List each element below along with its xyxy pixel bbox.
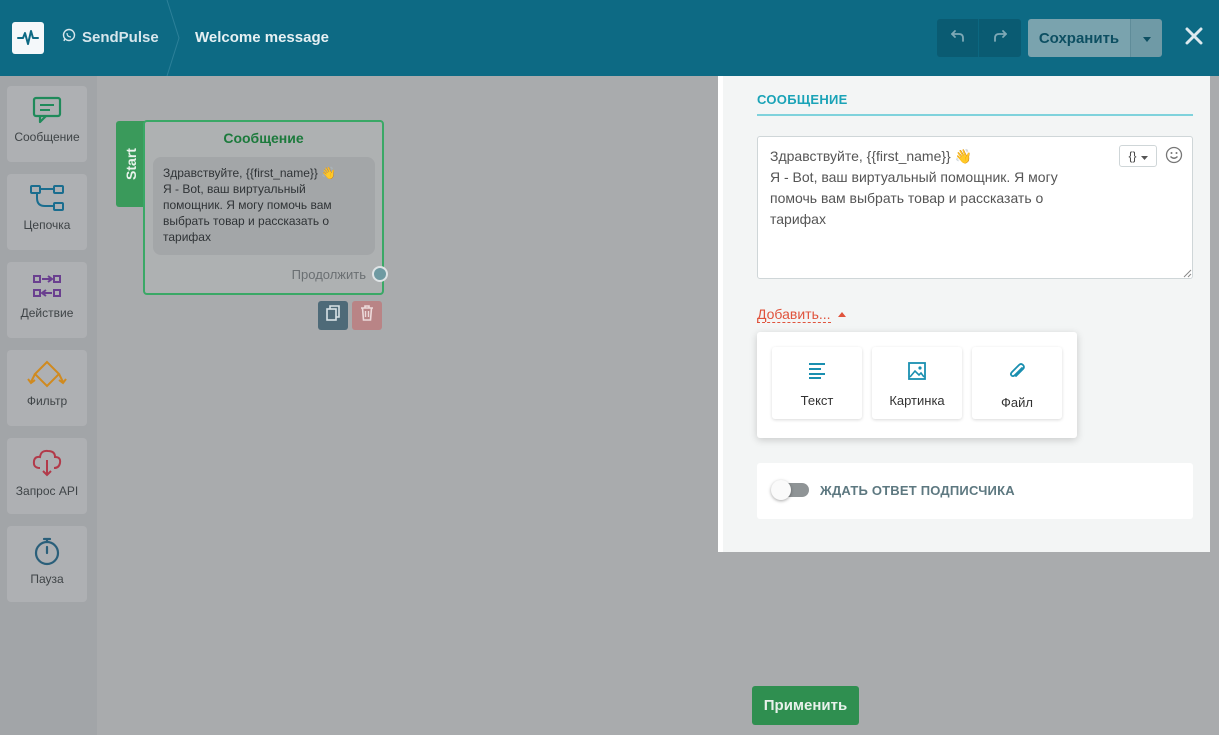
image-icon [907, 362, 927, 385]
whatsapp-icon [62, 28, 76, 46]
delete-node-button[interactable] [352, 301, 382, 330]
save-menu-button[interactable] [1130, 19, 1162, 57]
panel-title-divider [757, 114, 1193, 116]
undo-button[interactable] [937, 19, 979, 57]
save-button[interactable]: Сохранить [1028, 19, 1130, 57]
add-image-option[interactable]: Картинка [872, 347, 962, 419]
emoji-picker-button[interactable] [1165, 146, 1185, 166]
caret-down-icon [1140, 149, 1148, 163]
redo-button[interactable] [979, 19, 1021, 57]
panel-title: СООБЩЕНИЕ [757, 92, 848, 107]
palette-item-action[interactable]: Действие [7, 262, 87, 338]
palette-item-label: Пауза [30, 572, 64, 586]
caret-up-icon [838, 312, 846, 317]
add-content-menu: Текст Картинка Файл [757, 332, 1077, 438]
api-icon [31, 448, 63, 478]
undo-icon [950, 28, 966, 49]
text-icon [807, 362, 827, 385]
trash-icon [360, 305, 374, 326]
pulse-logo-icon[interactable] [12, 22, 44, 54]
wait-reply-toggle[interactable] [771, 480, 809, 500]
flow-title[interactable]: Welcome message [195, 29, 329, 46]
smiley-icon [1165, 146, 1183, 168]
caret-down-icon [1142, 29, 1151, 47]
brand: SendPulse [62, 28, 159, 46]
history-controls [937, 19, 1022, 57]
start-label: Start [123, 148, 139, 180]
palette-item-label: Запрос API [15, 484, 79, 498]
toggle-knob [771, 480, 791, 500]
paperclip-icon [1007, 362, 1027, 387]
action-icon [32, 272, 62, 300]
palette-item-pause[interactable]: Пауза [7, 526, 87, 602]
node-continue-label: Продолжить [291, 267, 366, 282]
duplicate-node-button[interactable] [318, 301, 348, 330]
brand-name: SendPulse [82, 28, 159, 46]
copy-icon [326, 305, 340, 326]
message-settings-panel: СООБЩЕНИЕ Здравствуйте, {{first_name}} 👋… [718, 76, 1210, 552]
palette-item-label: Цепочка [23, 218, 71, 232]
node-message-preview: Здравствуйте, {{first_name}} 👋 Я - Bot, … [153, 157, 375, 255]
variable-braces-label: {} [1128, 149, 1137, 163]
wait-reply-setting: ЖДАТЬ ОТВЕТ ПОДПИСЧИКА [757, 463, 1193, 519]
close-button[interactable] [1180, 24, 1208, 52]
breadcrumb-divider [166, 0, 180, 76]
start-marker: Start [116, 121, 146, 207]
add-text-option[interactable]: Текст [772, 347, 862, 419]
message-node[interactable]: Сообщение Здравствуйте, {{first_name}} 👋… [143, 120, 384, 295]
palette-item-label: Действие [20, 306, 74, 320]
palette-item-chain[interactable]: Цепочка [7, 174, 87, 250]
add-content-link[interactable]: Добавить... [757, 306, 831, 323]
filter-icon [27, 360, 67, 388]
resize-handle-icon[interactable] [1183, 269, 1192, 278]
palette-item-label: Сообщение [14, 130, 80, 144]
palette-item-message[interactable]: Сообщение [7, 86, 87, 162]
palette-item-api[interactable]: Запрос API [7, 438, 87, 514]
apply-button[interactable]: Применить [752, 686, 859, 725]
insert-variable-button[interactable]: {} [1119, 145, 1157, 167]
palette-item-filter[interactable]: Фильтр [7, 350, 87, 426]
save-group: Сохранить [1028, 19, 1162, 57]
wait-reply-label: ЖДАТЬ ОТВЕТ ПОДПИСЧИКА [820, 483, 1015, 498]
add-option-label: Файл [1001, 395, 1033, 410]
timer-icon [32, 536, 62, 566]
add-option-label: Картинка [889, 393, 945, 408]
redo-icon [992, 28, 1008, 49]
block-palette: Сообщение Цепочка Действие Фильтр Запрос… [0, 76, 97, 735]
node-title: Сообщение [223, 130, 304, 146]
node-output-port[interactable] [372, 266, 388, 282]
add-option-label: Текст [800, 393, 834, 408]
chain-icon [29, 184, 65, 212]
message-icon [32, 96, 62, 124]
add-file-option[interactable]: Файл [972, 347, 1062, 419]
close-icon [1185, 27, 1203, 50]
top-bar: SendPulse Welcome message Сохранить [0, 0, 1219, 76]
palette-item-label: Фильтр [26, 394, 68, 408]
